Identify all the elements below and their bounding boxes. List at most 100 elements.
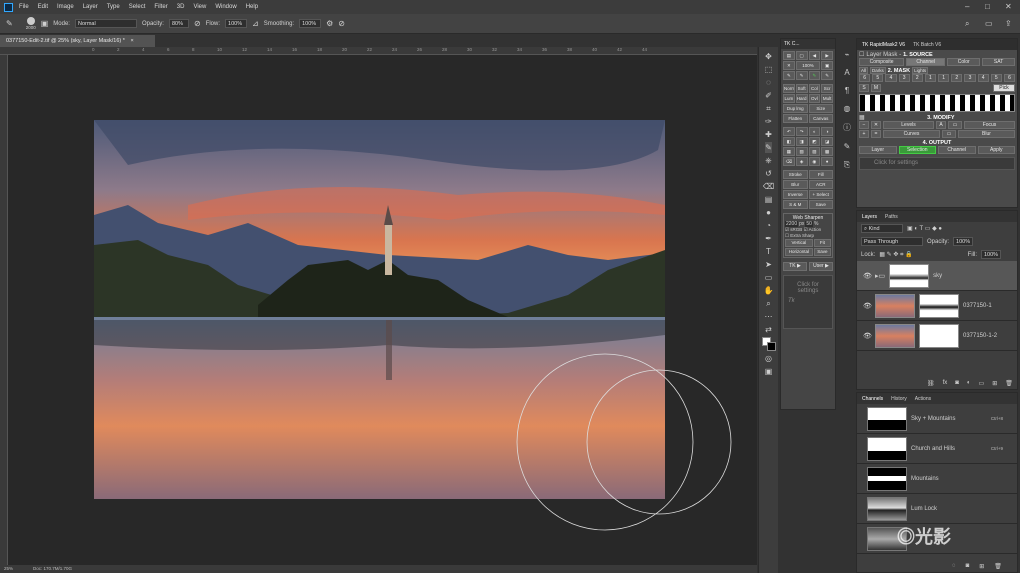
menu-help[interactable]: Help bbox=[246, 4, 258, 10]
maximize-icon[interactable]: □ bbox=[985, 2, 990, 11]
link-layers-icon[interactable]: ⛓ bbox=[927, 380, 935, 387]
channel-row[interactable]: Lum Lock bbox=[857, 494, 1017, 524]
light-zone-2[interactable]: 2 bbox=[951, 74, 963, 82]
zoom-level[interactable]: 25% bbox=[4, 566, 13, 572]
light-zone-5[interactable]: 5 bbox=[990, 74, 1002, 82]
menu-file[interactable]: File bbox=[19, 4, 29, 10]
delete-channel-icon[interactable]: 🗑 bbox=[994, 563, 1002, 570]
tab-rapidmask[interactable]: TK RapidMask2 V6 bbox=[862, 42, 905, 48]
paragraph-panel-icon[interactable]: ¶ bbox=[845, 86, 849, 95]
color-swatches[interactable] bbox=[761, 337, 776, 351]
user-button[interactable]: User ▶ bbox=[809, 262, 833, 271]
blur-tool-icon[interactable]: ● bbox=[766, 207, 771, 218]
more-tools-icon[interactable]: ⋯ bbox=[765, 311, 773, 322]
layer-opacity-input[interactable]: 100% bbox=[953, 237, 974, 246]
background-color[interactable] bbox=[766, 342, 776, 351]
tk-zoom-100[interactable]: 100% bbox=[795, 61, 821, 70]
clone-stamp-icon[interactable]: ⎈ bbox=[765, 155, 771, 166]
quick-mask-icon[interactable]: ◎ bbox=[765, 353, 772, 364]
zone-preview-strip[interactable] bbox=[857, 94, 1017, 112]
tk-hard-button[interactable]: Hard bbox=[795, 94, 808, 103]
darks-button[interactable]: Darks bbox=[870, 67, 886, 74]
history-brush-icon[interactable]: ↺ bbox=[765, 168, 772, 179]
layer-thumbnail[interactable] bbox=[875, 293, 915, 318]
tk-acr-button[interactable]: ACR bbox=[808, 180, 833, 189]
tab-layers[interactable]: Layers bbox=[862, 214, 877, 220]
tk-fill-button[interactable]: Fill bbox=[808, 170, 833, 179]
share-icon[interactable]: ⇪ bbox=[1005, 19, 1012, 28]
character-panel-icon[interactable]: A bbox=[844, 68, 849, 77]
brush-tool-icon[interactable]: ✎ bbox=[6, 19, 13, 28]
refine-icon[interactable]: ▭ bbox=[942, 130, 956, 138]
symmetry-icon[interactable]: ⊘ bbox=[338, 19, 345, 28]
fx-icon[interactable]: fx bbox=[943, 380, 948, 387]
screen-mode-icon[interactable]: ▣ bbox=[765, 366, 773, 377]
dark-zone-5[interactable]: 5 bbox=[872, 74, 884, 82]
minimize-icon[interactable]: – bbox=[965, 2, 969, 11]
menu-window[interactable]: Window bbox=[215, 4, 236, 10]
tk-col-button[interactable]: Col bbox=[808, 84, 821, 93]
layer-row[interactable]: 👁 0377150-1-2 bbox=[857, 321, 1017, 351]
marquee-tool-icon[interactable]: ⬚ bbox=[765, 64, 773, 75]
tk-norm-button[interactable]: Norm bbox=[783, 84, 795, 93]
web-horizontal-button[interactable]: Horizontal bbox=[785, 248, 813, 256]
lights-button[interactable]: Lights bbox=[912, 67, 929, 74]
filter-icons[interactable]: ▣ ◐ T ▭ ◆ ● bbox=[907, 225, 942, 232]
opacity-input[interactable]: 80% bbox=[168, 19, 189, 28]
quick-select-icon[interactable]: ✐ bbox=[765, 90, 772, 101]
fill-input[interactable]: 100% bbox=[981, 250, 1001, 259]
tk-lum-button[interactable]: Lum bbox=[783, 94, 795, 103]
tk-brush-black-icon[interactable]: ✎ bbox=[783, 71, 795, 80]
menu-type[interactable]: Type bbox=[107, 4, 120, 10]
dark-zone-6[interactable]: 6 bbox=[859, 74, 871, 82]
tk-next-icon[interactable]: ▶ bbox=[821, 51, 833, 60]
hand-tool-icon[interactable]: ✋ bbox=[764, 285, 774, 296]
brush-settings-icon[interactable]: ▣ bbox=[41, 19, 49, 28]
adjust-panel-icon[interactable]: ⎘ bbox=[844, 160, 850, 170]
layer-name[interactable]: sky bbox=[933, 273, 942, 279]
tk-new-icon[interactable]: ▢ bbox=[795, 51, 808, 60]
mask-toggle-icon[interactable]: ▭ bbox=[948, 121, 962, 129]
gradient-icon[interactable]: ▤ bbox=[765, 194, 773, 205]
visibility-icon[interactable]: 👁 bbox=[863, 272, 872, 280]
rm-settings-box[interactable]: Click for settings bbox=[859, 157, 1015, 170]
brush-panel-icon[interactable]: ✎ bbox=[844, 142, 851, 151]
m-button[interactable]: M bbox=[871, 84, 881, 92]
tk-tool-icon-12[interactable]: ▩ bbox=[821, 147, 833, 156]
move-tool-icon[interactable]: ✥ bbox=[765, 51, 772, 62]
tk-tool-icon-14[interactable]: ◈ bbox=[795, 157, 808, 166]
menu-filter[interactable]: Filter bbox=[154, 4, 167, 10]
history-panel-icon[interactable]: ⌁ bbox=[845, 50, 850, 59]
tk-tool-icon-6[interactable]: ◨ bbox=[795, 137, 808, 146]
adjustment-icon[interactable]: ◐ bbox=[967, 380, 971, 387]
layer-row[interactable]: 👁 0377150-1 bbox=[857, 291, 1017, 321]
tk-soft-button[interactable]: Soft bbox=[795, 84, 808, 93]
light-zone-1[interactable]: 1 bbox=[938, 74, 950, 82]
menu-3d[interactable]: 3D bbox=[177, 4, 185, 10]
output-apply-button[interactable]: Apply bbox=[977, 146, 1015, 154]
airbrush-icon[interactable]: ⊿ bbox=[252, 19, 259, 28]
crop-tool-icon[interactable]: ⌗ bbox=[766, 103, 771, 114]
save-selection-icon[interactable]: ◙ bbox=[966, 563, 970, 570]
rm-blur-button[interactable]: Blur bbox=[958, 130, 1015, 138]
channel-row[interactable]: Church and Hills Ctrl+9 bbox=[857, 434, 1017, 464]
canvas-svg[interactable] bbox=[8, 55, 757, 565]
rectangle-tool-icon[interactable]: ▭ bbox=[765, 272, 773, 283]
new-group-icon[interactable]: ▭ bbox=[979, 380, 985, 387]
layer-name[interactable]: 0377150-1-2 bbox=[963, 333, 997, 339]
web-vertical-button[interactable]: Vertical bbox=[785, 239, 813, 247]
tab-paths[interactable]: Paths bbox=[885, 214, 898, 220]
light-zone-6[interactable]: 6 bbox=[1003, 74, 1016, 82]
layer-mask-thumbnail[interactable] bbox=[889, 263, 930, 288]
tk-brush-gray-icon[interactable]: ✎ bbox=[821, 71, 833, 80]
tk-tool-icon-4[interactable]: ◑ bbox=[821, 127, 833, 136]
menu-select[interactable]: Select bbox=[129, 4, 146, 10]
levels-button[interactable]: Levels bbox=[883, 121, 934, 129]
menu-layer[interactable]: Layer bbox=[83, 4, 98, 10]
eyedropper-icon[interactable]: ✑ bbox=[765, 116, 772, 127]
path-select-icon[interactable]: ➤ bbox=[765, 259, 772, 270]
new-channel-icon[interactable]: ⊞ bbox=[979, 563, 984, 570]
search-icon[interactable]: ⌕ bbox=[965, 19, 969, 28]
new-layer-icon[interactable]: ⊞ bbox=[992, 380, 997, 387]
brush-preset-picker[interactable]: 2000 bbox=[26, 17, 36, 30]
